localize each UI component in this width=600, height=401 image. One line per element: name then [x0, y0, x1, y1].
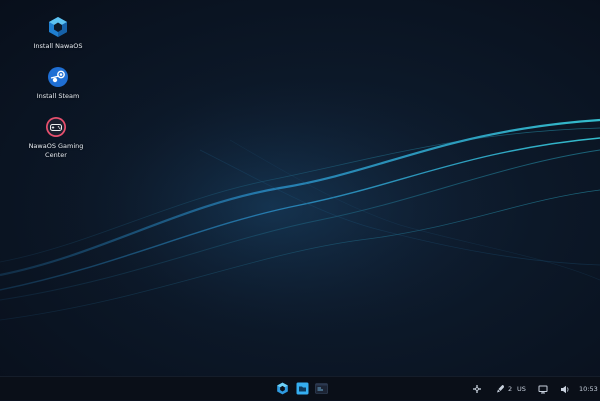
tray-network[interactable] — [538, 377, 548, 401]
desktop-icon-label: Install Steam — [36, 92, 80, 100]
file-manager-button[interactable] — [296, 382, 309, 395]
desktop-icon-install-nawaos[interactable]: Install NawaOS — [16, 16, 100, 51]
clock-time: 10:53 — [579, 385, 598, 393]
desktop[interactable]: Install NawaOS Install Steam NawaOS Gami… — [0, 0, 600, 376]
updates-count: 2 — [508, 385, 513, 393]
rocket-icon — [497, 385, 504, 393]
terminal-icon — [315, 383, 328, 394]
nawaos-launcher-icon — [277, 382, 288, 395]
ethernet-icon — [538, 385, 548, 393]
tray-gamepad[interactable] — [472, 377, 482, 401]
keyboard-layout-label: US — [517, 385, 526, 393]
wallpaper-waves — [0, 0, 600, 376]
keyboard-layout[interactable]: US — [517, 377, 526, 401]
nawaos-launcher-button[interactable] — [276, 382, 289, 395]
file-manager-icon — [296, 382, 309, 395]
tray-updates[interactable]: 2 — [496, 377, 512, 401]
steam-icon — [47, 66, 69, 88]
nawaos-hexagon-icon — [47, 16, 69, 38]
desktop-icon-install-steam[interactable]: Install Steam — [16, 66, 100, 101]
clock[interactable]: 10:53 — [579, 377, 598, 401]
volume-icon — [561, 385, 569, 393]
taskbar: 2 US 10:53 — [0, 376, 600, 400]
terminal-button[interactable] — [315, 382, 328, 395]
gamepad-icon — [473, 385, 481, 393]
desktop-icon-label: Install NawaOS — [33, 42, 83, 50]
tray-volume[interactable] — [560, 377, 570, 401]
gamepad-icon — [45, 116, 67, 138]
desktop-icon-label: NawaOS Gaming Center — [28, 142, 84, 159]
desktop-icon-gaming-center[interactable]: NawaOS Gaming Center — [14, 116, 98, 159]
